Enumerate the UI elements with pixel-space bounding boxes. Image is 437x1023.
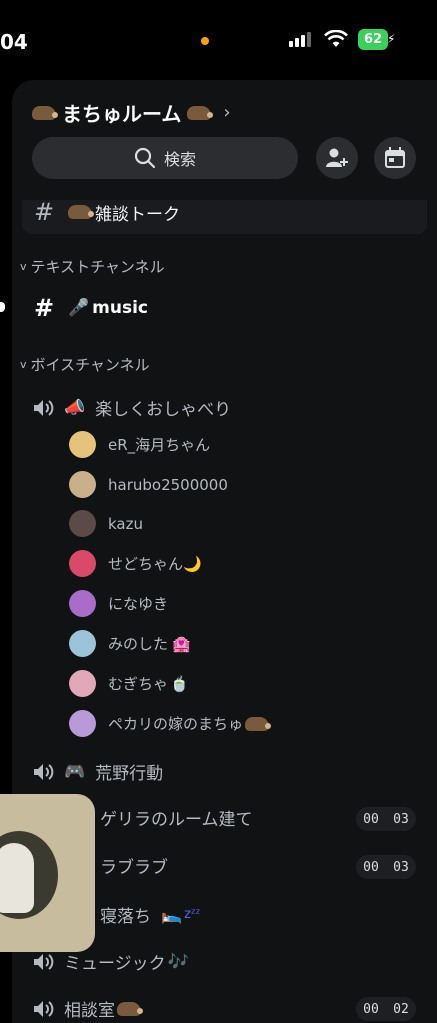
avatar: [69, 630, 96, 657]
channel-name: 雑談トーク: [95, 204, 180, 225]
voice-user[interactable]: むぎちゃ 🍵: [69, 670, 189, 697]
search-button[interactable]: 検索: [32, 137, 298, 179]
user-name: みのした: [108, 635, 169, 653]
building-emoji-icon: 🏩: [172, 634, 191, 653]
voice-user[interactable]: eR_海月ちゃん: [69, 431, 210, 458]
tea-emoji-icon: 🍵: [170, 674, 189, 693]
zzz-emoji-icon: zᶻᶻ: [184, 907, 201, 922]
hedgehog-emoji-icon: [187, 105, 214, 120]
privacy-indicator-dot: [201, 37, 209, 45]
unread-indicator: [0, 302, 5, 312]
chevron-right-icon: ›: [223, 102, 231, 123]
timer-seconds: 03: [393, 859, 409, 875]
video-preview: [0, 831, 58, 919]
music-notes-emoji-icon: 🎶: [167, 951, 189, 972]
channel-name: ゲリラのルーム建て: [100, 810, 253, 830]
events-button[interactable]: [374, 137, 416, 179]
voice-user[interactable]: harubo2500000: [69, 471, 228, 498]
status-bar: 04 62 ⚡: [0, 0, 437, 80]
category-label: ボイスチャンネル: [30, 356, 150, 374]
avatar: [69, 710, 96, 737]
channel-name: ミュージック: [64, 954, 166, 974]
avatar: [69, 550, 96, 577]
moon-emoji-icon: 🌙: [183, 554, 202, 573]
text-channel-hash-icon: #: [34, 294, 55, 322]
avatar: [69, 670, 96, 697]
battery-icon: 62 ⚡: [358, 29, 396, 50]
channel-name: 荒野行動: [95, 764, 164, 784]
voice-user[interactable]: みのした 🏩: [69, 630, 191, 657]
character-figure: [0, 843, 34, 913]
voice-timer: 00 02: [356, 997, 416, 1021]
timer-seconds: 02: [393, 1001, 409, 1017]
user-name: むぎちゃ: [108, 675, 169, 693]
speaker-icon: [34, 953, 54, 970]
channel-music[interactable]: # 🎤 music: [34, 294, 148, 322]
charging-icon: ⚡: [387, 32, 396, 46]
user-name: ペカリの嫁のまちゅ: [108, 715, 244, 733]
channel-name: 寝落ち: [100, 907, 151, 927]
server-header[interactable]: まちゅルーム ›: [32, 98, 231, 127]
microphone-emoji-icon: 🎤: [68, 298, 90, 318]
hedgehog-emoji-icon: [117, 1001, 143, 1016]
channel-name: music: [92, 298, 149, 318]
avatar: [69, 590, 96, 617]
sleeping-bed-emoji-icon: 🛌: [161, 904, 183, 925]
voice-channel-1[interactable]: 📣 楽しくおしゃべり: [32, 395, 231, 420]
chevron-down-icon: v: [20, 260, 27, 273]
speaker-icon: [34, 399, 54, 416]
hedgehog-emoji-icon: [245, 716, 272, 731]
user-name: harubo2500000: [108, 475, 228, 494]
server-name: まちゅルーム: [62, 102, 182, 126]
avatar: [69, 510, 96, 537]
search-label: 検索: [163, 150, 196, 169]
voice-timer: 00 03: [356, 807, 416, 831]
category-voice-channels[interactable]: v ボイスチャンネル: [20, 354, 150, 375]
user-name: せどちゃん: [108, 555, 184, 573]
battery-level: 62: [358, 29, 388, 50]
speaker-icon: [34, 763, 54, 780]
voice-channel-2[interactable]: 🎮 荒野行動: [32, 759, 163, 784]
voice-user[interactable]: せどちゃん 🌙: [69, 550, 202, 577]
timer-minutes: 00: [363, 859, 379, 875]
invite-members-button[interactable]: [316, 137, 358, 179]
user-name: eR_海月ちゃん: [108, 436, 211, 454]
timer-minutes: 00: [363, 1001, 379, 1017]
floating-video-thumbnail[interactable]: [0, 794, 95, 952]
channel-name: ラブラブ: [100, 858, 168, 878]
text-channel-hash-icon: #: [34, 198, 55, 226]
search-icon: [134, 147, 156, 169]
hedgehog-emoji-icon: [68, 205, 94, 219]
voice-timer: 00 03: [356, 855, 416, 879]
add-user-icon: [326, 148, 348, 167]
voice-user[interactable]: kazu: [69, 510, 143, 537]
calendar-icon: [385, 147, 405, 168]
timer-seconds: 03: [393, 811, 409, 827]
user-name: になゆき: [108, 595, 169, 613]
timer-minutes: 00: [363, 811, 379, 827]
voice-user[interactable]: ペカリの嫁のまちゅ: [69, 710, 272, 737]
chevron-down-icon: v: [20, 358, 27, 371]
selected-channel-row[interactable]: # 雑談トーク: [22, 198, 427, 234]
status-time: 04: [0, 30, 28, 54]
cellular-signal-icon: [289, 31, 315, 47]
category-label: テキストチャンネル: [30, 258, 165, 276]
speaker-icon: [34, 1000, 54, 1017]
megaphone-emoji-icon: 📣: [64, 397, 86, 418]
channel-name: 楽しくおしゃべり: [95, 400, 232, 420]
voice-channel-7[interactable]: 相談室: [32, 996, 143, 1021]
category-text-channels[interactable]: v テキストチャンネル: [20, 256, 165, 277]
user-name: kazu: [108, 514, 143, 533]
avatar: [69, 471, 96, 498]
wifi-icon: [324, 30, 348, 47]
voice-channel-6[interactable]: ミュージック 🎶: [32, 949, 189, 974]
channel-name: 相談室: [64, 1001, 115, 1021]
avatar: [69, 431, 96, 458]
voice-user[interactable]: になゆき: [69, 590, 168, 617]
hedgehog-emoji-icon: [32, 105, 58, 120]
game-controller-emoji-icon: 🎮: [64, 761, 86, 782]
